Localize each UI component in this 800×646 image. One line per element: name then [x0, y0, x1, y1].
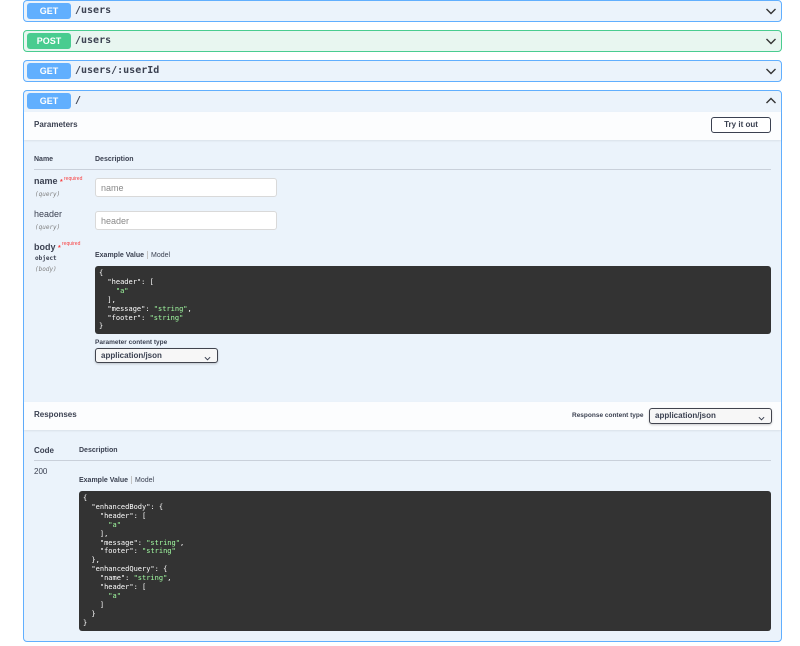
operation-summary[interactable]: POST /users: [24, 31, 781, 51]
response-code: 200: [34, 467, 48, 476]
model-tab[interactable]: Model: [135, 477, 154, 484]
responses-title: Responses: [34, 410, 77, 419]
divider: [34, 169, 771, 170]
parameters-header: Parameters Try it out: [24, 112, 781, 140]
operation-summary[interactable]: GET /: [24, 91, 781, 111]
operation-summary[interactable]: GET /users: [24, 1, 781, 21]
chevron-down-icon[interactable]: [765, 65, 777, 77]
required-label: required: [62, 241, 81, 247]
operation-path: /users: [75, 5, 112, 16]
param-location: (query): [35, 191, 61, 198]
try-it-out-button[interactable]: Try it out: [711, 117, 771, 133]
selected-value: application/json: [655, 411, 716, 420]
required-star: *: [60, 179, 63, 186]
param-name: header: [34, 209, 63, 219]
required-star: *: [58, 245, 61, 252]
column-header-code: Code: [34, 446, 54, 455]
operation-summary[interactable]: GET /users/:userId: [24, 61, 781, 81]
operation-get-users: GET /users: [23, 0, 782, 22]
param-type: object: [35, 255, 57, 262]
response-example-code: { "enhancedBody": { "header": [ "a" ], "…: [79, 491, 771, 631]
parameters-title: Parameters: [34, 120, 78, 129]
body-example-code: { "header": [ "a" ], "message": "string"…: [95, 266, 771, 334]
operation-get-user-by-id: GET /users/:userId: [23, 60, 782, 82]
response-content-type-select[interactable]: application/json: [649, 408, 772, 424]
method-badge: GET: [27, 3, 71, 19]
operation-get-root: GET / Parameters Try it out Name Descrip…: [23, 90, 782, 642]
operation-path: /users: [75, 35, 112, 46]
method-badge: POST: [27, 33, 71, 49]
operation-post-users: POST /users: [23, 30, 782, 52]
required-label: required: [64, 176, 83, 182]
response-example-tabs: Example Value Model: [79, 476, 154, 484]
param-name: name *: [34, 176, 63, 186]
selected-value: application/json: [101, 351, 162, 360]
chevron-down-icon: [204, 353, 211, 361]
chevron-down-icon: [758, 413, 765, 421]
param-location: (query): [35, 224, 61, 231]
tab-separator: [131, 476, 133, 484]
response-content-type-label: Response content type: [572, 412, 644, 419]
name-input[interactable]: [95, 178, 277, 197]
param-name: body *: [34, 242, 61, 252]
model-tab[interactable]: Model: [151, 252, 170, 259]
param-location: (body): [35, 266, 57, 273]
column-header-name: Name: [34, 156, 54, 163]
column-header-description: Description: [79, 447, 118, 454]
tab-separator: [147, 251, 149, 259]
divider: [34, 460, 771, 461]
header-input[interactable]: [95, 211, 277, 230]
example-value-tab[interactable]: Example Value: [95, 252, 144, 259]
method-badge: GET: [27, 63, 71, 79]
parameter-content-type-select[interactable]: application/json: [95, 348, 218, 363]
chevron-down-icon[interactable]: [765, 35, 777, 47]
operation-path: /: [75, 95, 82, 106]
responses-header: Responses Response content type applicat…: [24, 402, 781, 430]
parameter-content-type-label: Parameter content type: [95, 339, 168, 346]
column-header-description: Description: [95, 156, 134, 163]
chevron-up-icon[interactable]: [765, 95, 777, 107]
example-value-tab[interactable]: Example Value: [79, 477, 128, 484]
body-example-tabs: Example Value Model: [95, 251, 170, 259]
operation-path: /users/:userId: [75, 65, 160, 76]
method-badge: GET: [27, 93, 71, 109]
chevron-down-icon[interactable]: [765, 5, 777, 17]
